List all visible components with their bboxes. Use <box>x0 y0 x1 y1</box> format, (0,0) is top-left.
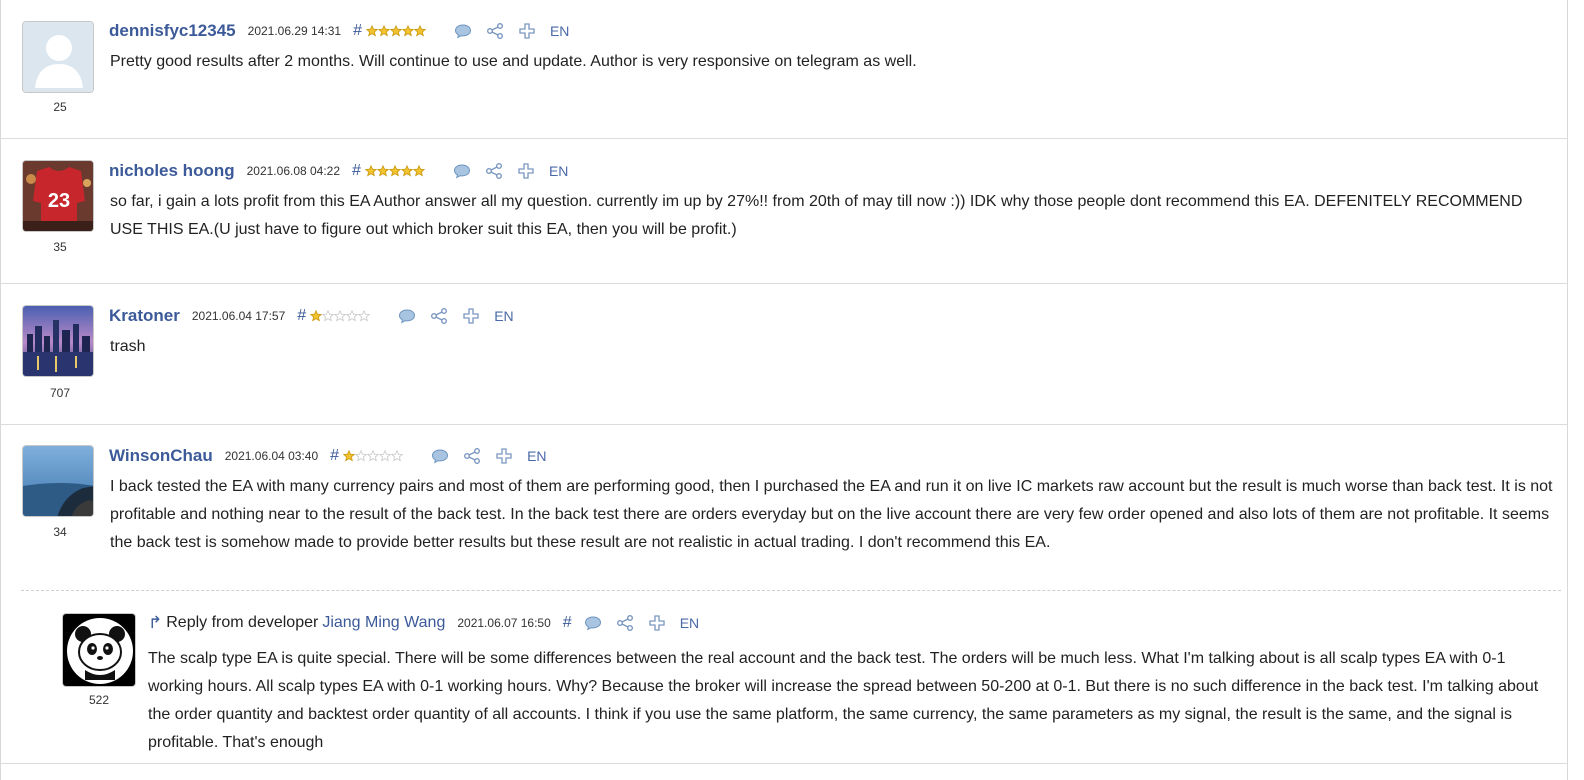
divider <box>1 138 1567 139</box>
star-empty-icon <box>334 310 347 322</box>
plus-icon[interactable] <box>462 307 480 325</box>
plus-icon[interactable] <box>517 162 535 180</box>
review-text: trash <box>110 338 146 355</box>
reputation: 35 <box>53 240 67 254</box>
reputation: 707 <box>49 386 71 400</box>
avatar[interactable] <box>22 445 94 517</box>
star-filled-icon <box>412 165 425 177</box>
star-rating <box>365 25 426 37</box>
comment-icon[interactable] <box>454 22 472 40</box>
star-empty-icon <box>358 310 371 322</box>
review-text: Pretty good results after 2 months. Will… <box>110 53 917 70</box>
comment-icon[interactable] <box>584 614 602 632</box>
reply-header: ↱ Reply from developer Jiang Ming Wang 2… <box>148 612 699 634</box>
avatar[interactable]: 23 <box>22 160 94 232</box>
review-header: WinsonChau 2021.06.04 03:40 # EN <box>109 445 547 467</box>
avatar[interactable] <box>22 21 94 93</box>
username-link[interactable]: nicholes hoong <box>109 161 235 181</box>
star-empty-icon <box>346 310 359 322</box>
star-filled-icon <box>364 165 377 177</box>
username-link[interactable]: WinsonChau <box>109 446 213 466</box>
star-empty-icon <box>379 450 392 462</box>
star-rating <box>310 310 371 322</box>
star-empty-icon <box>367 450 380 462</box>
review-text: I back tested the EA with many currency … <box>110 478 1553 551</box>
star-filled-icon <box>376 165 389 177</box>
jersey-avatar-image: 23 <box>23 161 93 231</box>
star-filled-icon <box>343 450 356 462</box>
share-icon[interactable] <box>486 22 504 40</box>
divider <box>1 763 1567 764</box>
plus-icon[interactable] <box>518 22 536 40</box>
permalink-hash[interactable]: # <box>353 22 362 40</box>
comment-icon[interactable] <box>453 162 471 180</box>
plus-icon[interactable] <box>648 614 666 632</box>
default-avatar-icon <box>23 22 93 92</box>
review-date: 2021.06.29 14:31 <box>247 24 342 38</box>
star-rating <box>343 450 404 462</box>
comment-icon[interactable] <box>398 307 416 325</box>
permalink-hash[interactable]: # <box>297 307 306 325</box>
permalink-hash[interactable]: # <box>563 614 572 632</box>
username-link[interactable]: dennisfyc12345 <box>109 21 236 41</box>
share-icon[interactable] <box>463 447 481 465</box>
review-date: 2021.06.04 17:57 <box>191 309 286 323</box>
star-filled-icon <box>413 25 426 37</box>
reply-arrow-icon: ↱ <box>148 613 163 632</box>
star-filled-icon <box>400 165 413 177</box>
landscape-avatar-image <box>23 446 93 516</box>
star-filled-icon <box>377 25 390 37</box>
city-skyline-avatar-image <box>23 306 93 376</box>
star-rating <box>364 165 425 177</box>
divider <box>1 283 1567 284</box>
translate-link[interactable]: EN <box>680 615 699 631</box>
star-filled-icon <box>388 165 401 177</box>
reputation: 34 <box>53 525 67 539</box>
share-icon[interactable] <box>616 614 634 632</box>
star-filled-icon <box>365 25 378 37</box>
star-filled-icon <box>389 25 402 37</box>
permalink-hash[interactable]: # <box>330 447 339 465</box>
developer-link[interactable]: Jiang Ming Wang <box>322 614 445 632</box>
permalink-hash[interactable]: # <box>352 162 361 180</box>
star-empty-icon <box>322 310 335 322</box>
username-link[interactable]: Kratoner <box>109 306 180 326</box>
review-header: Kratoner 2021.06.04 17:57 # EN <box>109 305 514 327</box>
review-text: so far, i gain a lots profit from this E… <box>110 193 1523 238</box>
panda-avatar-image <box>63 614 135 686</box>
avatar[interactable] <box>22 305 94 377</box>
avatar[interactable] <box>62 613 136 687</box>
review-header: dennisfyc12345 2021.06.29 14:31 # EN <box>109 20 569 42</box>
review-header: nicholes hoong 2021.06.08 04:22 # EN <box>109 160 568 182</box>
share-icon[interactable] <box>430 307 448 325</box>
reply-divider <box>21 590 1561 591</box>
translate-link[interactable]: EN <box>527 448 546 464</box>
translate-link[interactable]: EN <box>494 308 513 324</box>
translate-link[interactable]: EN <box>549 163 568 179</box>
reply-text: The scalp type EA is quite special. Ther… <box>148 650 1539 751</box>
reply-prefix: Reply from developer <box>166 614 319 631</box>
reputation: 25 <box>53 100 67 114</box>
reply-date: 2021.06.07 16:50 <box>457 616 551 630</box>
svg-text:23: 23 <box>48 190 70 212</box>
star-filled-icon <box>401 25 414 37</box>
comment-icon[interactable] <box>431 447 449 465</box>
review-date: 2021.06.04 03:40 <box>224 449 319 463</box>
review-date: 2021.06.08 04:22 <box>246 164 341 178</box>
star-empty-icon <box>355 450 368 462</box>
translate-link[interactable]: EN <box>550 23 569 39</box>
plus-icon[interactable] <box>495 447 513 465</box>
star-empty-icon <box>391 450 404 462</box>
divider <box>1 424 1567 425</box>
reputation: 522 <box>88 693 110 707</box>
reviews-page: 25 dennisfyc12345 2021.06.29 14:31 # EN … <box>0 0 1568 780</box>
star-filled-icon <box>310 310 323 322</box>
share-icon[interactable] <box>485 162 503 180</box>
